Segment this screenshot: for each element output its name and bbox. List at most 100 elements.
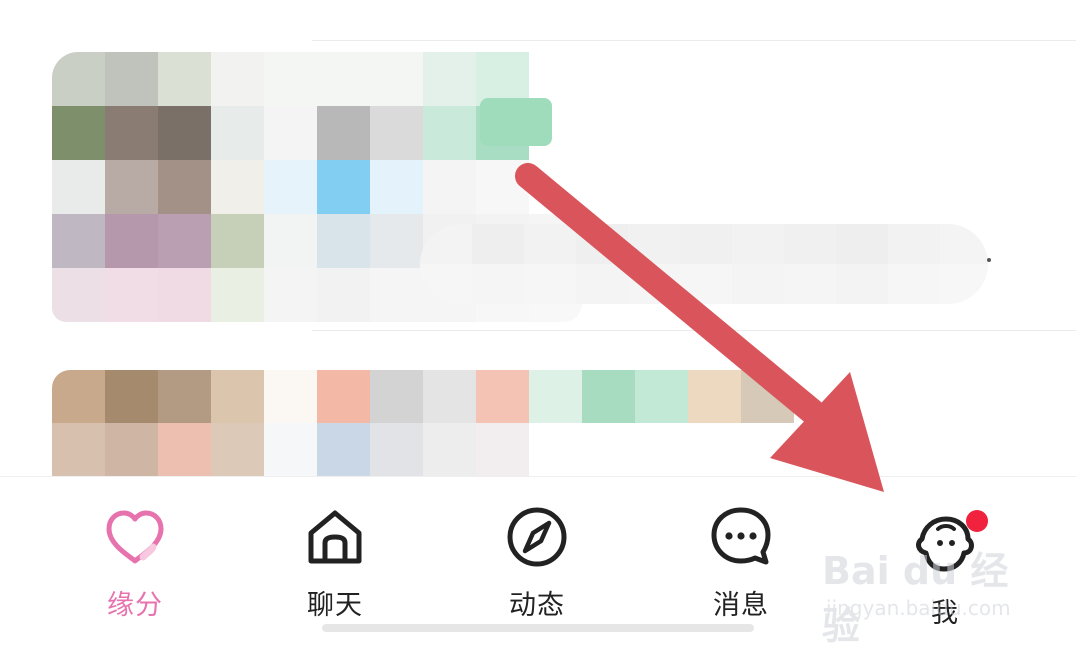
mosaic-pixel [836,264,888,304]
mosaic-pixel [732,264,784,304]
mosaic-pixel [52,268,105,322]
mosaic-pixel [317,268,370,322]
list-divider-top [312,40,1076,41]
mosaic-pixel [628,264,680,304]
mosaic-pixel [264,106,317,160]
mosaic-pixel [158,52,211,106]
tab-messages[interactable]: 消息 [676,477,806,637]
watermark-url: jingyan.baidu.com [826,596,1011,620]
mosaic-pixel [158,214,211,268]
chat-bubble-icon [711,507,771,565]
mosaic-pixel [105,160,158,214]
mosaic-pixel [158,423,211,476]
mosaic-pixel [52,160,105,214]
mosaic-pixel [52,106,105,160]
mosaic-pixel [529,370,582,423]
compass-icon [507,507,567,567]
mosaic-pixel [688,370,741,423]
mosaic-pixel [423,423,476,476]
mosaic-pixel [105,106,158,160]
mosaic-pixel [370,52,423,106]
mosaic-pixel [317,423,370,476]
mosaic-pixel [472,224,524,264]
mosaic-pixel [741,370,794,423]
mosaic-pixel [524,224,576,264]
mosaic-pixel [680,264,732,304]
overflow-dot [987,258,991,262]
home-indicator [322,624,754,632]
mosaic-pixel [529,423,582,476]
mosaic-pixel [688,423,741,476]
mosaic-pixel [836,224,888,264]
mosaic-pixel [105,268,158,322]
mosaic-pixel [423,370,476,423]
mosaic-pixel [158,106,211,160]
mosaic-pixel [940,224,988,264]
mosaic-pixel [211,160,264,214]
notification-badge [966,510,988,532]
mosaic-pixel [105,370,158,423]
mosaic-pixel [423,106,476,160]
mosaic-pixel [576,264,628,304]
mosaic-pixel [211,106,264,160]
mosaic-pixel [576,224,628,264]
mosaic-pixel [264,52,317,106]
list-item-blurred-text [420,224,988,304]
mosaic-pixel [211,214,264,268]
mosaic-pixel [317,160,370,214]
mosaic-pixel [476,423,529,476]
mosaic-pixel [529,160,582,214]
mosaic-pixel [784,224,836,264]
mosaic-pixel [582,370,635,423]
mosaic-pixel [423,52,476,106]
tab-moments[interactable]: 动态 [472,477,602,637]
mosaic-pixel [370,423,423,476]
mosaic-pixel [888,264,940,304]
mosaic-pixel [211,268,264,322]
tab-chat[interactable]: 聊天 [270,477,400,637]
mosaic-pixel [52,370,105,423]
mosaic-pixel [784,264,836,304]
mosaic-pixel [264,423,317,476]
mosaic-pixel [317,106,370,160]
mosaic-pixel [472,264,524,304]
mosaic-pixel [888,224,940,264]
tab-fate[interactable]: 缘分 [70,477,200,637]
mosaic-pixel [635,423,688,476]
watermark-brand: Bai du 经验 [822,549,1009,648]
mosaic-pixel [370,268,423,322]
mosaic-pixel [741,423,794,476]
mosaic-pixel [158,268,211,322]
tab-label: 缘分 [107,590,163,621]
mosaic-pixel [211,52,264,106]
home-icon [308,510,362,564]
tab-label: 聊天 [307,590,363,621]
mosaic-pixel [264,160,317,214]
online-tag-blurred [480,98,552,146]
mosaic-pixel [158,370,211,423]
heart-icon [106,510,164,564]
mosaic-pixel [317,52,370,106]
mosaic-pixel [105,214,158,268]
mosaic-pixel [370,160,423,214]
mosaic-pixel [423,160,476,214]
tab-label: 动态 [509,590,565,621]
mosaic-pixel [211,423,264,476]
mosaic-pixel [680,224,732,264]
mosaic-pixel [105,52,158,106]
mosaic-pixel [52,423,105,476]
mosaic-pixel [264,370,317,423]
mosaic-pixel [476,370,529,423]
mosaic-pixel [317,370,370,423]
mosaic-pixel [370,214,423,268]
mosaic-pixel [370,106,423,160]
mosaic-pixel [105,423,158,476]
list-item-blurred-profile[interactable] [52,370,800,476]
mosaic-pixel [317,214,370,268]
tab-label: 消息 [713,590,769,621]
mosaic-pixel [264,214,317,268]
mosaic-pixel [635,370,688,423]
mosaic-pixel [628,224,680,264]
mosaic-pixel [264,268,317,322]
mosaic-pixel [940,264,988,304]
